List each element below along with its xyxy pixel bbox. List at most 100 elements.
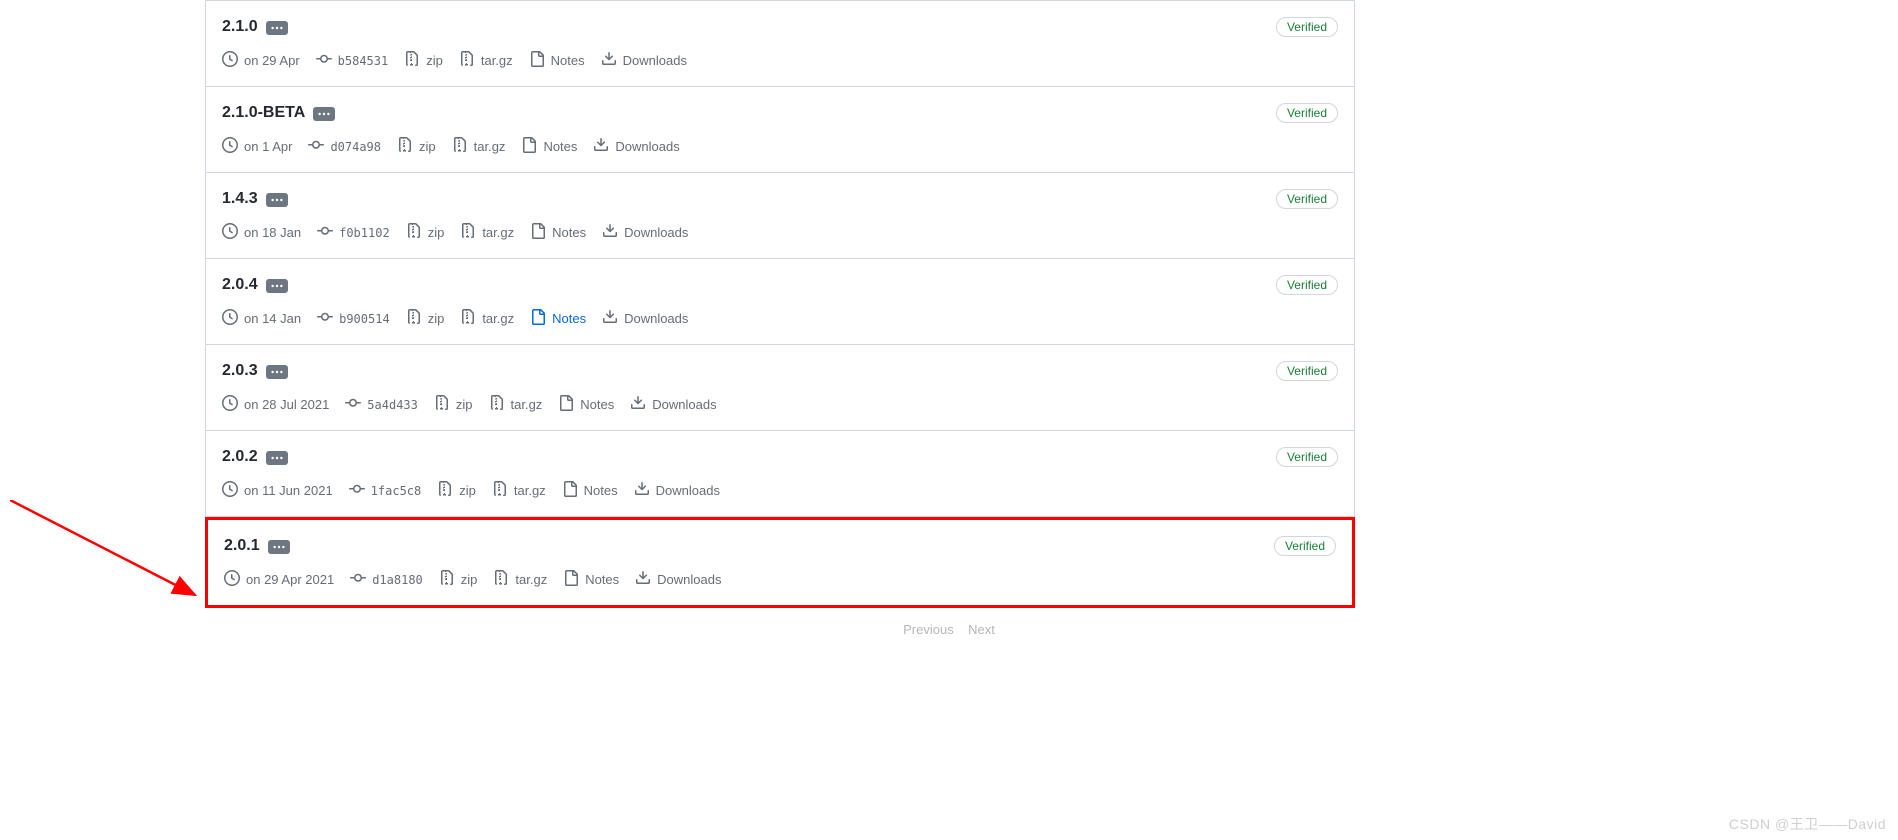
zip-link[interactable]: zip	[434, 395, 473, 414]
release-version[interactable]: 2.0.2	[222, 448, 258, 466]
commit-icon	[350, 570, 366, 589]
release-date[interactable]: on 28 Jul 2021	[222, 395, 329, 414]
ellipsis-icon[interactable]	[313, 107, 335, 121]
file-icon	[530, 223, 546, 242]
zip-icon	[459, 51, 475, 70]
release-date[interactable]: on 14 Jan	[222, 309, 301, 328]
verified-badge[interactable]: Verified	[1276, 275, 1338, 295]
release-version[interactable]: 2.0.4	[222, 276, 258, 294]
notes-link[interactable]: Notes	[529, 51, 585, 70]
ellipsis-icon[interactable]	[266, 21, 288, 35]
commit-link[interactable]: d074a98	[308, 137, 381, 156]
ellipsis-icon[interactable]	[268, 540, 290, 554]
commit-link[interactable]: b584531	[316, 51, 389, 70]
targz-link[interactable]: tar.gz	[493, 570, 547, 589]
zip-icon	[439, 570, 455, 589]
zip-link[interactable]: zip	[406, 309, 445, 328]
verified-badge[interactable]: Verified	[1276, 17, 1338, 37]
zip-link[interactable]: zip	[439, 570, 478, 589]
file-icon	[530, 309, 546, 328]
zip-link[interactable]: zip	[404, 51, 443, 70]
clock-icon	[222, 309, 238, 328]
targz-link[interactable]: tar.gz	[460, 309, 514, 328]
verified-badge[interactable]: Verified	[1276, 103, 1338, 123]
notes-link[interactable]: Notes	[562, 481, 618, 500]
commit-link[interactable]: d1a8180	[350, 570, 423, 589]
zip-icon	[404, 51, 420, 70]
release-version[interactable]: 2.0.3	[222, 362, 258, 380]
release-row: 1.4.3 Verified on 18 Jan f0b1102 zip tar…	[205, 173, 1355, 259]
zip-icon	[452, 137, 468, 156]
notes-link[interactable]: Notes	[558, 395, 614, 414]
zip-icon	[434, 395, 450, 414]
targz-link[interactable]: tar.gz	[489, 395, 543, 414]
zip-icon	[492, 481, 508, 500]
commit-icon	[345, 395, 361, 414]
release-row: 2.0.3 Verified on 28 Jul 2021 5a4d433 zi…	[205, 345, 1355, 431]
download-icon	[593, 137, 609, 156]
download-icon	[634, 481, 650, 500]
zip-icon	[406, 223, 422, 242]
release-version[interactable]: 1.4.3	[222, 190, 258, 208]
ellipsis-icon[interactable]	[266, 279, 288, 293]
release-version[interactable]: 2.1.0-BETA	[222, 104, 305, 122]
download-icon	[630, 395, 646, 414]
notes-link[interactable]: Notes	[563, 570, 619, 589]
downloads-link[interactable]: Downloads	[593, 137, 679, 156]
file-icon	[562, 481, 578, 500]
zip-icon	[397, 137, 413, 156]
release-date[interactable]: on 29 Apr 2021	[224, 570, 334, 589]
download-icon	[601, 51, 617, 70]
zip-icon	[493, 570, 509, 589]
verified-badge[interactable]: Verified	[1276, 447, 1338, 467]
download-icon	[602, 309, 618, 328]
notes-link[interactable]: Notes	[521, 137, 577, 156]
zip-link[interactable]: zip	[406, 223, 445, 242]
pagination: Previous Next	[0, 608, 1898, 637]
downloads-link[interactable]: Downloads	[630, 395, 716, 414]
commit-link[interactable]: 5a4d433	[345, 395, 418, 414]
ellipsis-icon[interactable]	[266, 193, 288, 207]
release-date[interactable]: on 1 Apr	[222, 137, 292, 156]
download-icon	[635, 570, 651, 589]
notes-link[interactable]: Notes	[530, 223, 586, 242]
pagination-next[interactable]: Next	[968, 622, 995, 637]
downloads-link[interactable]: Downloads	[602, 223, 688, 242]
zip-icon	[460, 223, 476, 242]
release-version[interactable]: 2.1.0	[222, 18, 258, 36]
release-row: 2.0.2 Verified on 11 Jun 2021 1fac5c8 zi…	[205, 431, 1355, 517]
downloads-link[interactable]: Downloads	[601, 51, 687, 70]
notes-link[interactable]: Notes	[530, 309, 586, 328]
verified-badge[interactable]: Verified	[1276, 189, 1338, 209]
download-icon	[602, 223, 618, 242]
verified-badge[interactable]: Verified	[1274, 536, 1336, 556]
ellipsis-icon[interactable]	[266, 365, 288, 379]
verified-badge[interactable]: Verified	[1276, 361, 1338, 381]
zip-icon	[437, 481, 453, 500]
file-icon	[529, 51, 545, 70]
watermark: CSDN @王卫——David	[1729, 814, 1886, 834]
clock-icon	[224, 570, 240, 589]
targz-link[interactable]: tar.gz	[460, 223, 514, 242]
downloads-link[interactable]: Downloads	[602, 309, 688, 328]
clock-icon	[222, 395, 238, 414]
downloads-link[interactable]: Downloads	[634, 481, 720, 500]
commit-link[interactable]: b900514	[317, 309, 390, 328]
commit-icon	[316, 51, 332, 70]
targz-link[interactable]: tar.gz	[459, 51, 513, 70]
release-version[interactable]: 2.0.1	[224, 537, 260, 555]
targz-link[interactable]: tar.gz	[452, 137, 506, 156]
zip-link[interactable]: zip	[397, 137, 436, 156]
release-date[interactable]: on 18 Jan	[222, 223, 301, 242]
zip-icon	[489, 395, 505, 414]
zip-icon	[460, 309, 476, 328]
commit-link[interactable]: f0b1102	[317, 223, 390, 242]
targz-link[interactable]: tar.gz	[492, 481, 546, 500]
release-date[interactable]: on 11 Jun 2021	[222, 481, 333, 500]
zip-link[interactable]: zip	[437, 481, 476, 500]
release-date[interactable]: on 29 Apr	[222, 51, 300, 70]
ellipsis-icon[interactable]	[266, 451, 288, 465]
commit-link[interactable]: 1fac5c8	[349, 481, 422, 500]
downloads-link[interactable]: Downloads	[635, 570, 721, 589]
pagination-prev[interactable]: Previous	[903, 622, 954, 637]
